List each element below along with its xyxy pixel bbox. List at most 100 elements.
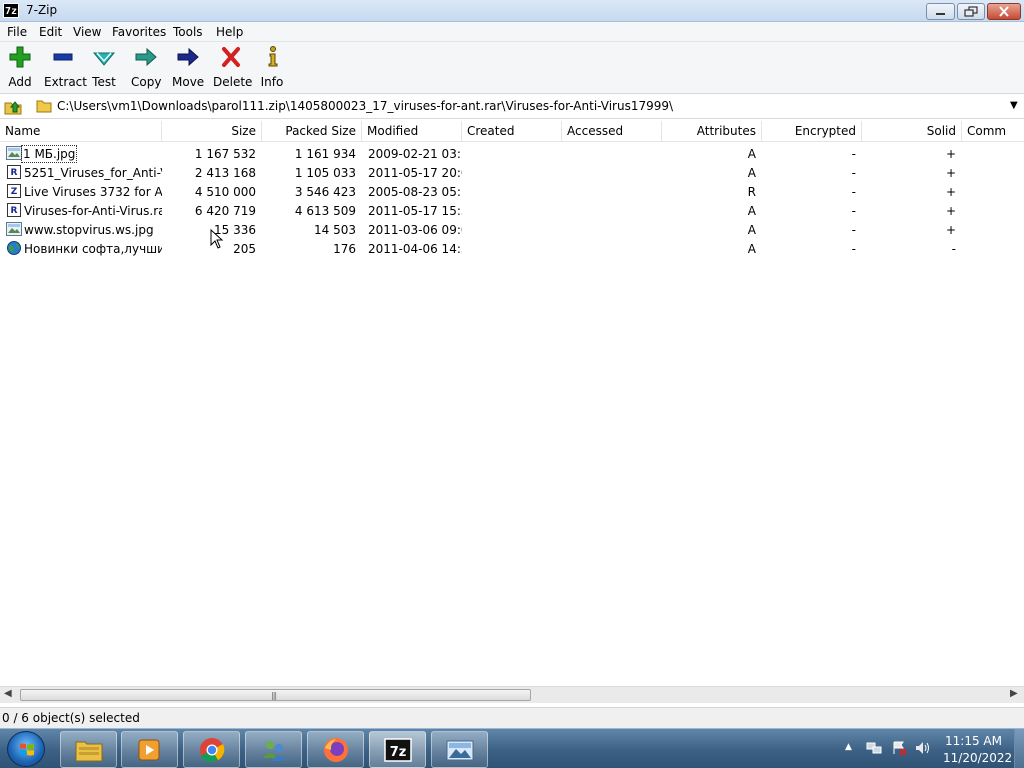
column-accessed[interactable]: Accessed [562, 121, 662, 142]
column-name[interactable]: Name [0, 121, 162, 142]
scroll-thumb[interactable]: ||| [20, 689, 531, 701]
file-packed-size: 1 161 934 [294, 147, 356, 161]
file-name: www.stopvirus.ws.jpg [24, 223, 154, 237]
close-icon [999, 6, 1009, 17]
file-size: 4 510 000 [194, 185, 256, 199]
extract-icon [53, 53, 73, 61]
clock-time[interactable]: 11:15 AM [945, 734, 1002, 748]
column-modified[interactable]: Modified [362, 121, 462, 142]
minimize-button[interactable] [926, 3, 955, 20]
restore-button[interactable] [957, 3, 985, 20]
info-icon [268, 46, 278, 67]
file-modified: 2011-05-17 20:04 [368, 166, 462, 180]
action-center-icon[interactable] [891, 740, 907, 756]
file-packed-size: 1 105 033 [294, 166, 356, 180]
file-row[interactable]: 1 МБ.jpg 1 167 532 1 161 934 2009-02-21 … [0, 144, 1024, 163]
volume-icon[interactable] [914, 740, 930, 756]
taskbar-network-users[interactable] [245, 731, 302, 768]
media-player-icon [138, 739, 160, 761]
menu-tools[interactable]: Tools [173, 25, 203, 39]
close-button[interactable] [987, 3, 1021, 20]
delete-icon [222, 47, 240, 67]
extract-label: Extract [44, 75, 87, 89]
file-attributes: A [747, 166, 756, 180]
windows-explorer-icon [75, 741, 103, 762]
file-row[interactable]: R Viruses-for-Anti-Virus.rar 6 420 719 4… [0, 201, 1024, 220]
file-encrypted: - [851, 223, 856, 237]
taskbar-picture-viewer[interactable] [431, 731, 488, 768]
scroll-right-icon[interactable]: ▶ [1010, 688, 1018, 699]
menu-favorites[interactable]: Favorites [112, 25, 166, 39]
file-packed-size: 3 546 423 [294, 185, 356, 199]
column-size[interactable]: Size [162, 121, 262, 142]
start-button[interactable] [7, 731, 45, 767]
internet-shortcut-icon [7, 241, 21, 255]
up-folder-button[interactable] [3, 97, 23, 116]
column-comment[interactable]: Comm [962, 121, 1024, 142]
file-row[interactable]: www.stopvirus.ws.jpg 15 336 14 503 2011-… [0, 220, 1024, 239]
column-solid[interactable]: Solid [862, 121, 962, 142]
svg-text:R: R [11, 206, 18, 216]
file-attributes: A [747, 242, 756, 256]
copy-button[interactable]: Copy [131, 45, 161, 89]
menu-bar: File Edit View Favorites Tools Help [0, 22, 1024, 42]
copy-label: Copy [131, 75, 162, 89]
menu-help[interactable]: Help [216, 25, 243, 39]
horizontal-scrollbar[interactable]: ◀ ||| ▶ [0, 686, 1024, 703]
show-desktop-button[interactable] [1014, 729, 1024, 768]
taskbar-firefox[interactable] [307, 731, 364, 768]
address-path[interactable]: C:\Users\vm1\Downloads\parol111.zip\1405… [57, 99, 673, 113]
column-packed-size[interactable]: Packed Size [262, 121, 362, 142]
file-packed-size: 4 613 509 [294, 204, 356, 218]
column-created[interactable]: Created [462, 121, 562, 142]
selection-status: 0 / 6 object(s) selected [2, 711, 140, 725]
move-button[interactable]: Move [172, 45, 204, 89]
file-modified: 2005-08-23 05:19 [368, 185, 462, 199]
window-title: 7-Zip [26, 3, 58, 17]
test-button[interactable]: Test [91, 45, 117, 89]
extract-button[interactable]: Extract [44, 45, 87, 89]
taskbar-7zip[interactable]: 7z [369, 731, 426, 768]
file-name: 1 МБ.jpg [21, 145, 77, 163]
column-encrypted[interactable]: Encrypted [762, 121, 862, 142]
file-size: 1 167 532 [194, 147, 256, 161]
file-modified: 2011-04-06 14:30 [368, 242, 462, 256]
delete-label: Delete [213, 75, 253, 89]
taskbar-explorer[interactable] [60, 731, 117, 768]
file-packed-size: 176 [333, 242, 356, 256]
windows-logo-icon [20, 743, 34, 756]
address-dropdown-icon[interactable]: ▼ [1010, 100, 1018, 111]
file-row[interactable]: Z Live Viruses 3732 for An... 4 510 000 … [0, 182, 1024, 201]
taskbar-media-player[interactable] [121, 731, 178, 768]
file-modified: 2009-02-21 03:12 [368, 147, 462, 161]
toolbar: Add Extract Test Copy Move Delete Info [0, 42, 1024, 94]
file-row[interactable]: R 5251_Viruses_for_Anti-V... 2 413 168 1… [0, 163, 1024, 182]
taskbar-chrome[interactable] [183, 731, 240, 768]
menu-edit[interactable]: Edit [39, 25, 62, 39]
file-packed-size: 14 503 [314, 223, 356, 237]
file-size: 205 [233, 242, 256, 256]
clock-date[interactable]: 11/20/2022 [943, 751, 1012, 765]
network-tray-icon[interactable] [866, 740, 882, 756]
7zip-app-icon[interactable]: 7z [3, 3, 19, 18]
info-button[interactable]: Info [260, 45, 284, 89]
add-button[interactable]: Add [6, 45, 34, 89]
file-name: Новинки софта,лучши... [24, 242, 162, 256]
firefox-icon [324, 738, 348, 762]
file-name: Viruses-for-Anti-Virus.rar [24, 204, 162, 218]
title-bar[interactable]: 7z 7-Zip [0, 0, 1024, 22]
up-folder-icon [4, 101, 22, 115]
menu-view[interactable]: View [73, 25, 101, 39]
scroll-left-icon[interactable]: ◀ [4, 688, 12, 699]
file-solid: + [945, 223, 956, 237]
file-encrypted: - [851, 147, 856, 161]
menu-file[interactable]: File [7, 25, 27, 39]
file-row[interactable]: Новинки софта,лучши... 205 176 2011-04-0… [0, 239, 1024, 258]
file-size: 2 413 168 [194, 166, 256, 180]
delete-button[interactable]: Delete [213, 45, 253, 89]
column-attributes[interactable]: Attributes [662, 121, 762, 142]
show-hidden-icons-icon[interactable]: ▲ [845, 742, 852, 752]
chrome-icon [200, 738, 225, 762]
svg-text:Z: Z [11, 187, 18, 197]
file-solid: + [945, 185, 956, 199]
